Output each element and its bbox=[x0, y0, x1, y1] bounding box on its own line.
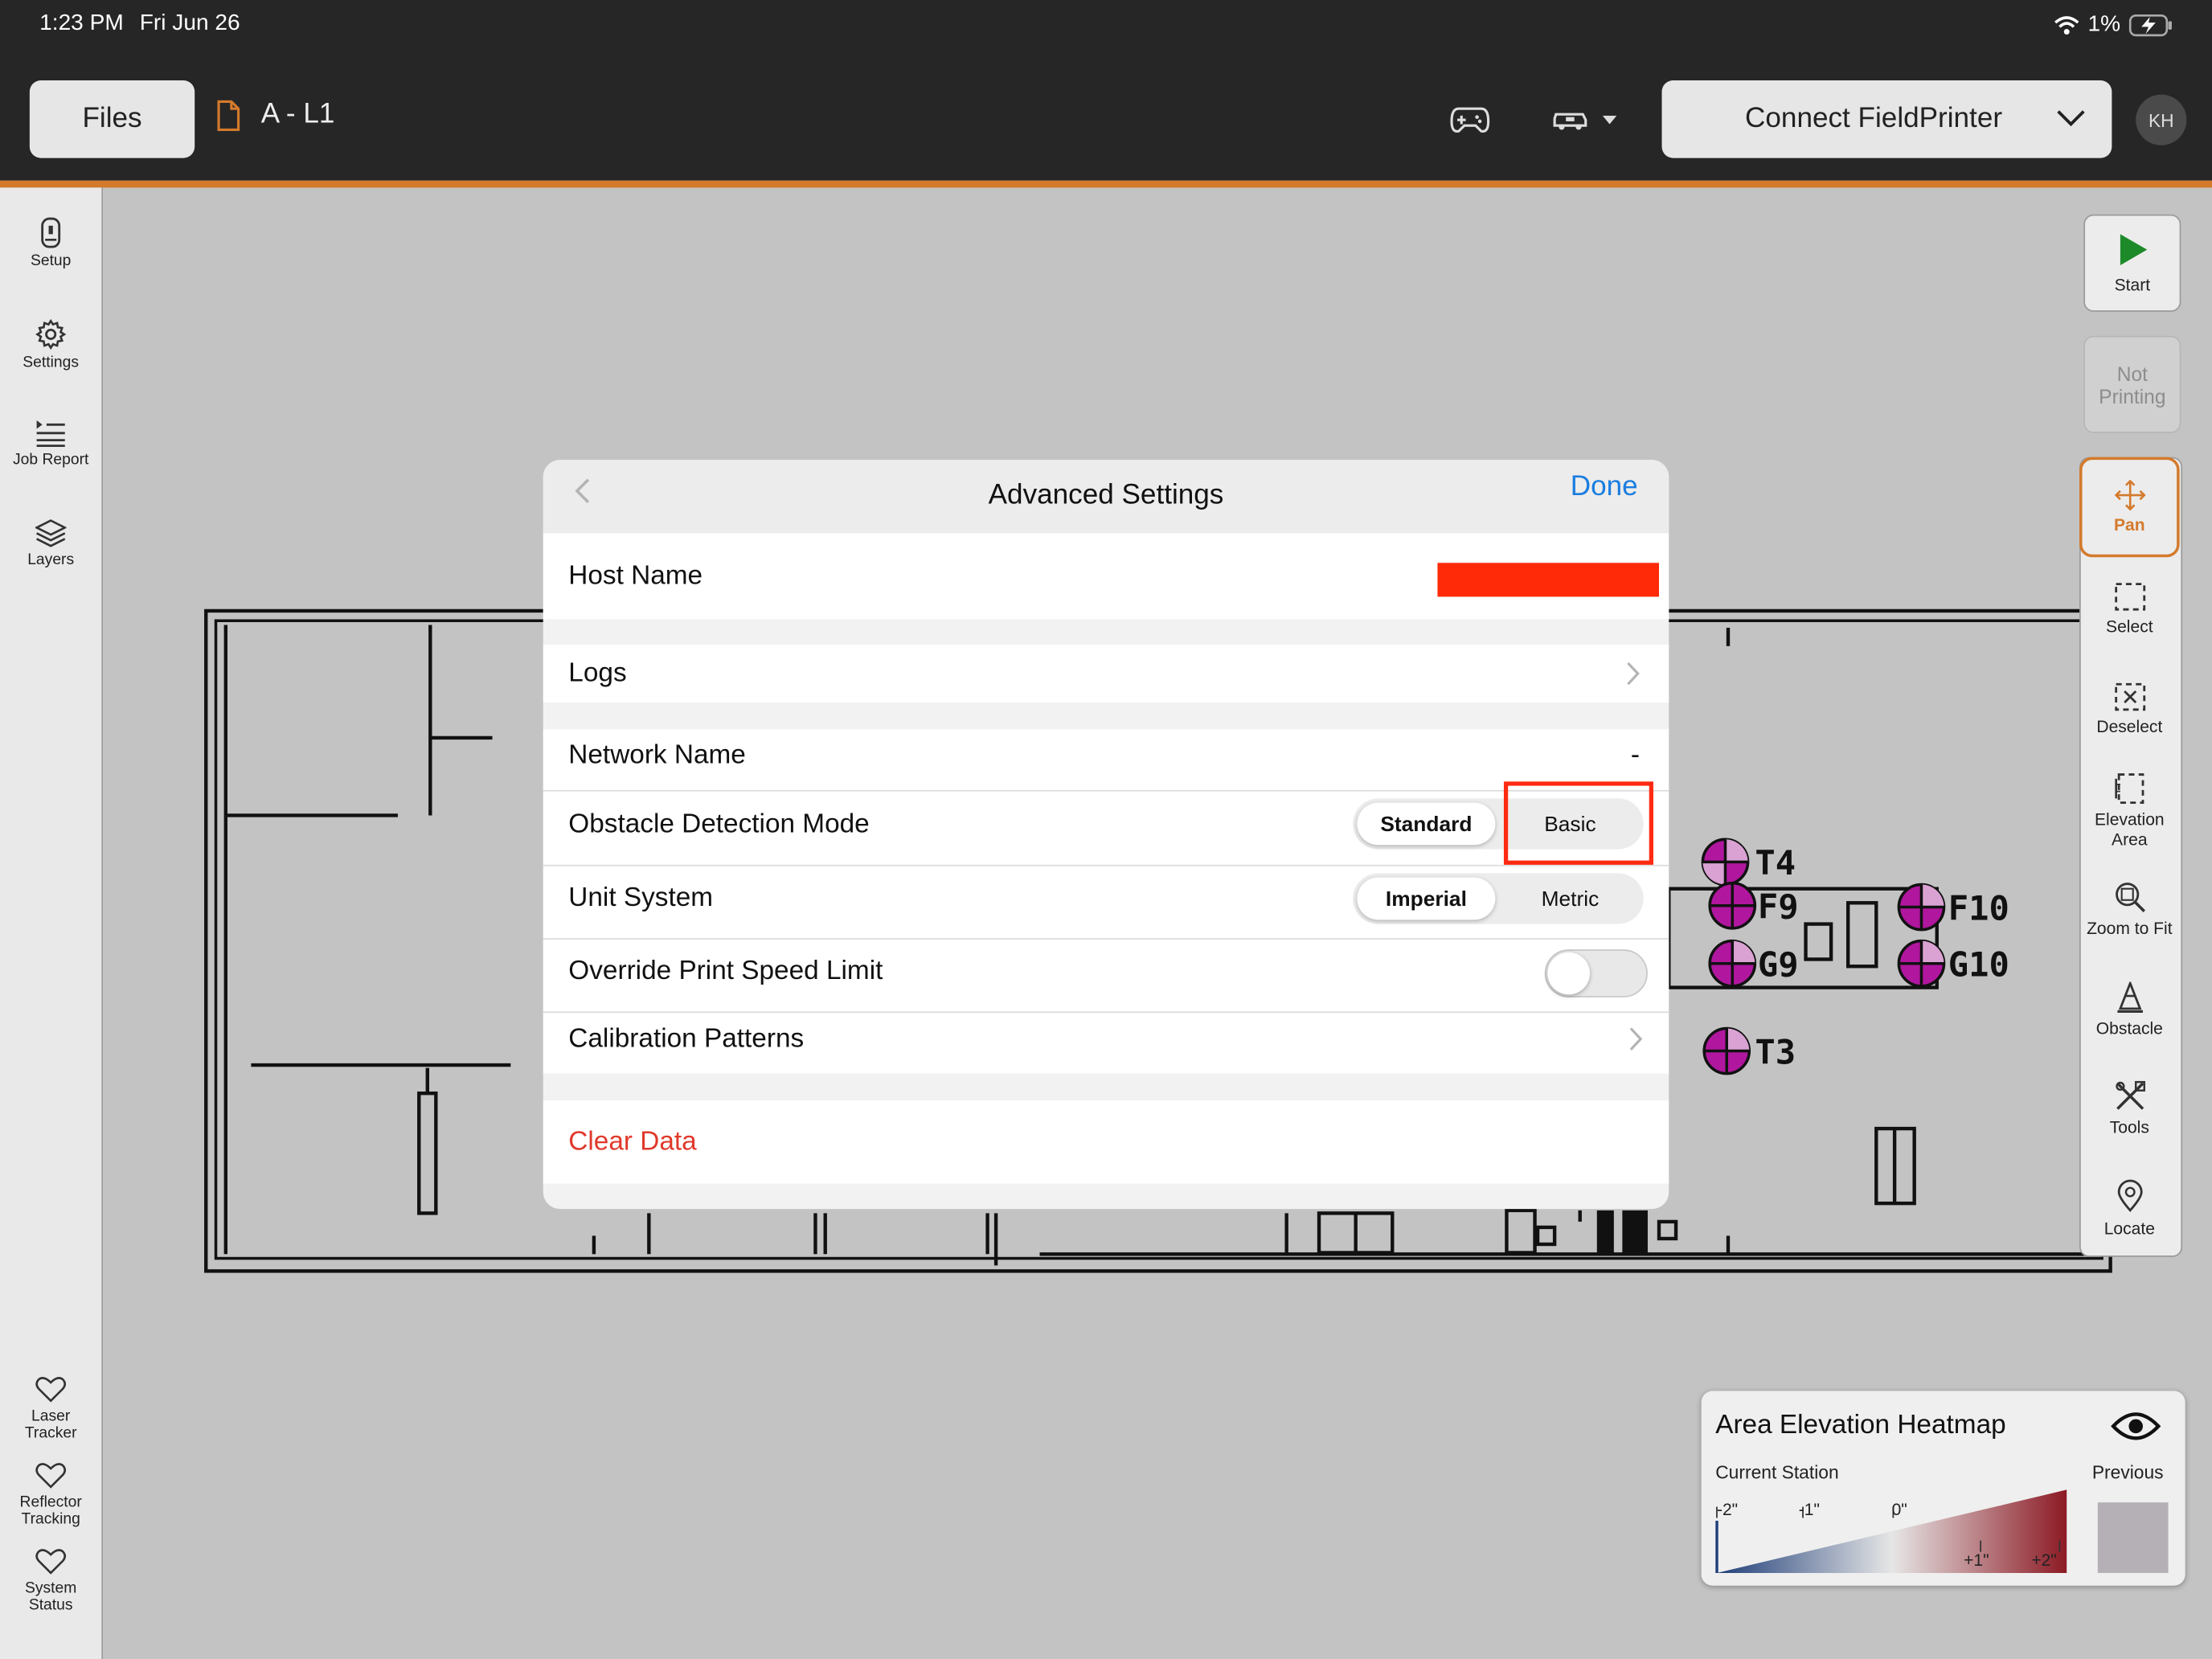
row-divider bbox=[543, 938, 1669, 940]
clear-data-row[interactable]: Clear Data bbox=[543, 1100, 1669, 1184]
obstacle-mode-label: Obstacle Detection Mode bbox=[568, 809, 870, 840]
obstacle-mode-standard[interactable]: Standard bbox=[1357, 802, 1496, 846]
clear-data-button[interactable]: Clear Data bbox=[568, 1127, 696, 1158]
dialog-title: Advanced Settings bbox=[988, 479, 1224, 511]
logs-label: Logs bbox=[568, 658, 627, 689]
unit-metric[interactable]: Metric bbox=[1501, 878, 1639, 920]
host-name-label: Host Name bbox=[568, 561, 703, 592]
chevron-right-icon bbox=[1629, 1027, 1643, 1051]
host-name-row: Host Name bbox=[543, 533, 1669, 620]
unit-system-segmented-control[interactable]: Imperial Metric bbox=[1353, 873, 1644, 924]
override-speed-toggle[interactable] bbox=[1544, 949, 1648, 997]
advanced-settings-dialog: Advanced Settings Done Host Name Logs Ne… bbox=[543, 460, 1669, 1210]
network-name-value: - bbox=[1630, 740, 1641, 771]
toggle-knob bbox=[1547, 952, 1590, 995]
unit-imperial[interactable]: Imperial bbox=[1357, 877, 1496, 920]
annotation-highlight-box bbox=[1503, 781, 1653, 865]
host-name-redacted bbox=[1437, 563, 1659, 597]
calibration-patterns-label[interactable]: Calibration Patterns bbox=[568, 1024, 804, 1055]
override-speed-label: Override Print Speed Limit bbox=[568, 956, 883, 986]
row-divider bbox=[543, 864, 1669, 866]
row-divider bbox=[543, 1011, 1669, 1014]
logs-row[interactable]: Logs bbox=[543, 645, 1669, 703]
unit-system-label: Unit System bbox=[568, 883, 714, 913]
row-divider bbox=[543, 789, 1669, 792]
done-button[interactable]: Done bbox=[1571, 471, 1638, 503]
network-name-label: Network Name bbox=[568, 740, 746, 771]
chevron-right-icon bbox=[1627, 662, 1640, 686]
